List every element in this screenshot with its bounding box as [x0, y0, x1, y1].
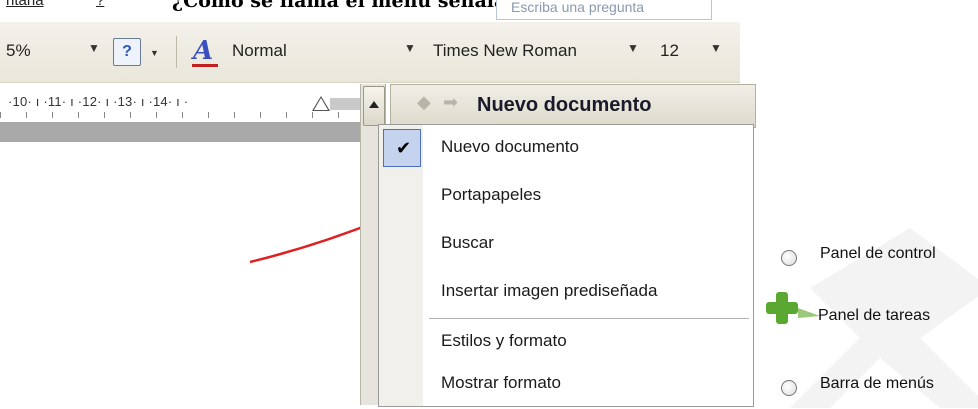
- menu-item-nuevo-documento[interactable]: ✔ Nuevo documento: [379, 125, 753, 173]
- ask-question-placeholder: Escriba una pregunta: [511, 0, 645, 15]
- menu-help[interactable]: ?: [96, 0, 104, 9]
- ruler-numbers: ·10· ı ·11· ı ·12· ı ·13· ı ·14· ı ·: [8, 94, 189, 109]
- ruler-ticks: [0, 112, 340, 118]
- horizontal-ruler: ·10· ı ·11· ı ·12· ı ·13· ı ·14· ı ·: [0, 84, 365, 142]
- ruler-gray-band: [0, 122, 365, 142]
- task-pane-title[interactable]: Nuevo documento: [477, 94, 651, 117]
- right-indent-marker[interactable]: [314, 98, 328, 110]
- style-combo-value[interactable]: Normal: [232, 41, 287, 61]
- formatting-toolbar: 5% ▼ ? ▼ A Normal ▼ Times New Roman ▼ 12…: [0, 22, 740, 83]
- option-radio-panel-de-control[interactable]: [781, 250, 797, 266]
- styles-icon-underline: [192, 64, 218, 67]
- menu-item-label: Portapapeles: [441, 185, 542, 204]
- ask-question-input[interactable]: Escriba una pregunta: [496, 0, 712, 20]
- menu-item-label: Nuevo documento: [441, 137, 579, 156]
- menu-item-buscar[interactable]: Buscar: [379, 221, 753, 269]
- menu-item-label: Mostrar formato: [441, 373, 561, 392]
- zoom-dropdown-icon[interactable]: ▼: [88, 41, 100, 55]
- menu-item-insertar-imagen[interactable]: Insertar imagen prediseñada: [379, 269, 753, 317]
- forward-arrow-icon[interactable]: ➡: [443, 92, 458, 113]
- ruler-margin-shade: [330, 98, 360, 110]
- menu-item-mostrar-formato[interactable]: Mostrar formato: [379, 361, 753, 409]
- font-size-dropdown-icon[interactable]: ▼: [710, 41, 722, 55]
- menu-item-portapapeles[interactable]: Portapapeles: [379, 173, 753, 221]
- option-label-panel-de-tareas[interactable]: Panel de tareas: [818, 307, 930, 325]
- menu-item-estilos[interactable]: Estilos y formato: [379, 319, 753, 367]
- menu-item-label: Estilos y formato: [441, 331, 567, 350]
- menu-window[interactable]: ntana: [6, 0, 44, 9]
- font-size-combo-value[interactable]: 12: [660, 41, 679, 61]
- task-pane-header[interactable]: ◆ ➡ Nuevo documento: [390, 84, 756, 128]
- menu-item-label: Insertar imagen prediseñada: [441, 281, 658, 300]
- option-label-panel-de-control[interactable]: Panel de control: [820, 245, 936, 263]
- option-label-barra-de-menus[interactable]: Barra de menús: [820, 375, 934, 393]
- scroll-up-arrow-icon: [369, 101, 379, 108]
- styles-and-formatting-icon[interactable]: A: [193, 36, 213, 66]
- help-icon[interactable]: ?: [113, 38, 141, 66]
- option-radio-barra-de-menus[interactable]: [781, 380, 797, 396]
- task-pane-menu: ✔ Nuevo documento Portapapeles Buscar In…: [378, 124, 754, 407]
- menu-item-label: Buscar: [441, 233, 494, 252]
- scroll-up-button[interactable]: [363, 86, 385, 126]
- font-combo-value[interactable]: Times New Roman: [433, 41, 577, 61]
- toolbar-separator: [176, 36, 177, 68]
- header-strip: ntana ? ¿Cómo se llama el menú señalado?…: [0, 0, 978, 22]
- zoom-combo-value[interactable]: 5%: [6, 41, 31, 61]
- style-dropdown-icon[interactable]: ▼: [404, 41, 416, 55]
- font-dropdown-icon[interactable]: ▼: [627, 41, 639, 55]
- back-arrow-icon[interactable]: ◆: [417, 92, 431, 113]
- checked-highlight: ✔: [383, 129, 421, 167]
- plus-icon: [766, 292, 798, 324]
- help-dropdown-icon[interactable]: ▼: [150, 48, 159, 58]
- question-title: ¿Cómo se llama el menú señalado?: [172, 0, 544, 12]
- check-icon: ✔: [396, 138, 412, 158]
